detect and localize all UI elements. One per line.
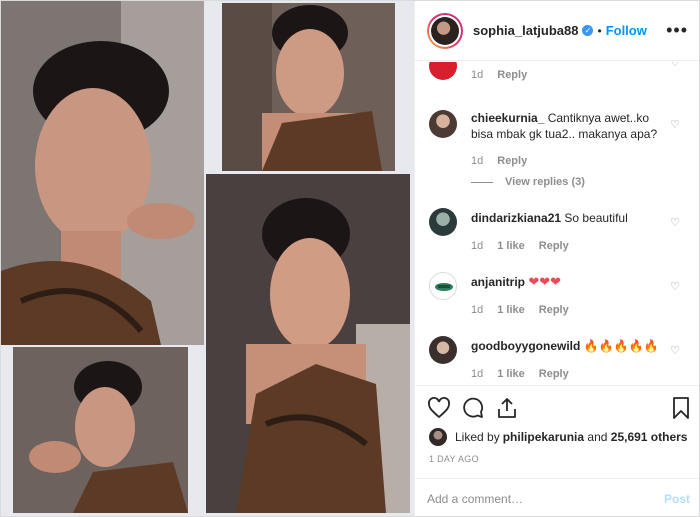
reply-button[interactable]: Reply (539, 304, 569, 316)
view-replies-label[interactable]: View replies (3) (505, 176, 585, 188)
liker-avatar[interactable] (429, 428, 447, 446)
liked-by-prefix: Liked by (455, 430, 500, 444)
comment-avatar[interactable] (429, 208, 457, 236)
reply-button[interactable]: Reply (497, 69, 527, 81)
post-timestamp[interactable]: 1 DAY AGO (429, 454, 479, 464)
liked-by-user[interactable]: philipekarunia (503, 430, 584, 444)
follow-button[interactable]: Follow (606, 23, 647, 38)
like-heart-icon[interactable] (427, 396, 451, 420)
comment-meta: 1d 1 like Reply (471, 304, 569, 316)
comment-text: goodboyygonewild 🔥🔥🔥🔥🔥 (471, 338, 665, 354)
comment-like-icon[interactable]: ♡ (670, 118, 680, 131)
comment-avatar[interactable] (429, 110, 457, 138)
comment-body: So beautiful (564, 211, 628, 225)
post-media-collage[interactable] (1, 1, 414, 516)
replies-divider (471, 181, 493, 183)
photo-top-right (222, 3, 395, 171)
comment-meta: 1d Reply (471, 69, 527, 81)
comment-username[interactable]: goodboyygonewild (471, 339, 580, 353)
comment-likes[interactable]: 1 like (497, 240, 525, 252)
comment-like-icon[interactable]: ♡ (670, 280, 680, 293)
reply-button[interactable]: Reply (497, 155, 527, 167)
comment-like-icon[interactable]: ♡ (670, 62, 680, 69)
comment-meta: 1d 1 like Reply (471, 368, 569, 380)
comment-time: 1d (471, 368, 484, 380)
comment-body: ❤❤❤ (528, 274, 562, 289)
post-header: sophia_latjuba88 ✓ • Follow ••• (415, 1, 699, 61)
comment-time: 1d (471, 69, 484, 81)
action-icons-row (427, 396, 692, 422)
instagram-post-window: sophia_latjuba88 ✓ • Follow ••• 1d Reply… (0, 0, 700, 517)
comments-list[interactable]: 1d Reply ♡ chieekurnia_ Cantiknya awet..… (415, 62, 699, 385)
reply-button[interactable]: Reply (539, 240, 569, 252)
reply-button[interactable]: Reply (539, 368, 569, 380)
comment-avatar[interactable] (429, 336, 457, 364)
avatar-image (431, 16, 459, 45)
comment-avatar[interactable] (429, 62, 457, 80)
comment-item: chieekurnia_ Cantiknya awet..ko bisa mba… (415, 110, 699, 190)
comment-username[interactable]: anjanitrip (471, 275, 525, 289)
comment-meta: 1d 1 like Reply (471, 240, 569, 252)
post-actions-section: Liked by philipekarunia and 25,691 other… (415, 385, 699, 516)
comment-like-icon[interactable]: ♡ (670, 216, 680, 229)
comment-bubble-icon[interactable] (461, 396, 485, 420)
post-username[interactable]: sophia_latjuba88 (473, 23, 578, 38)
comment-text: chieekurnia_ Cantiknya awet..ko bisa mba… (471, 110, 665, 142)
comment-time: 1d (471, 155, 484, 167)
avatar-inner (429, 14, 461, 47)
comment-meta: 1d Reply (471, 155, 527, 167)
liked-by-summary[interactable]: Liked by philipekarunia and 25,691 other… (429, 428, 687, 446)
comment-time: 1d (471, 240, 484, 252)
photo-bottom-right (206, 174, 410, 513)
comment-likes[interactable]: 1 like (497, 304, 525, 316)
header-separator: • (597, 23, 602, 38)
comment-item: dindarizkiana21 So beautiful ♡ 1d 1 like… (415, 208, 699, 258)
share-icon[interactable] (495, 396, 519, 420)
profile-avatar[interactable] (427, 12, 463, 49)
comment-item: 1d Reply ♡ (415, 62, 699, 92)
add-comment-bar: Post (415, 478, 699, 516)
comment-item: anjanitrip ❤❤❤ ♡ 1d 1 like Reply (415, 272, 699, 322)
comment-avatar[interactable] (429, 272, 457, 300)
comment-body: 🔥🔥🔥🔥🔥 (583, 339, 659, 353)
liked-by-and: and (584, 430, 611, 444)
save-bookmark-icon[interactable] (669, 396, 693, 420)
comment-text: dindarizkiana21 So beautiful (471, 210, 665, 226)
photo-bottom-left (13, 347, 188, 513)
comment-text: anjanitrip ❤❤❤ (471, 274, 665, 290)
post-comment-button[interactable]: Post (664, 492, 690, 506)
post-details-panel: sophia_latjuba88 ✓ • Follow ••• 1d Reply… (414, 1, 699, 516)
comment-like-icon[interactable]: ♡ (670, 344, 680, 357)
travel-logo-icon (435, 283, 453, 291)
comment-item: goodboyygonewild 🔥🔥🔥🔥🔥 ♡ 1d 1 like Reply (415, 336, 699, 385)
comment-username[interactable]: chieekurnia_ (471, 111, 544, 125)
comment-input[interactable] (427, 491, 627, 506)
comment-likes[interactable]: 1 like (497, 368, 525, 380)
comment-time: 1d (471, 304, 484, 316)
view-replies-button[interactable]: View replies (3) (471, 176, 585, 188)
verified-badge-icon: ✓ (582, 25, 594, 36)
more-options-icon[interactable]: ••• (666, 21, 688, 39)
liked-by-count[interactable]: 25,691 others (611, 430, 688, 444)
comment-username[interactable]: dindarizkiana21 (471, 211, 561, 225)
photo-top-left (1, 1, 204, 345)
